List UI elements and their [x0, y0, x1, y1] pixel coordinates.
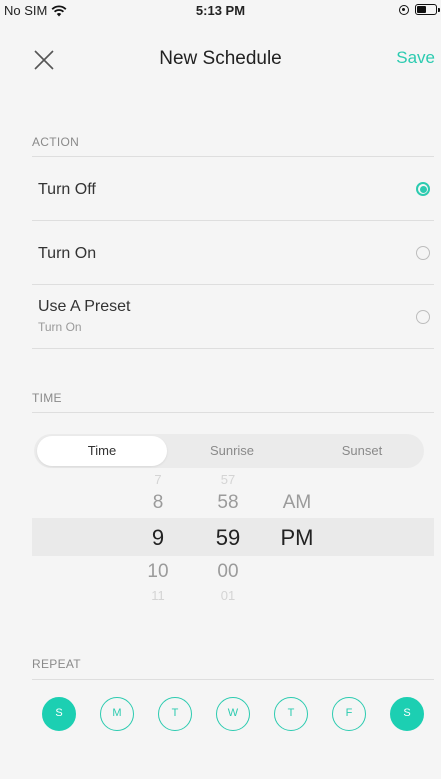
radio-selected-icon[interactable] [416, 182, 430, 196]
divider [32, 412, 434, 413]
radio-unselected-icon[interactable] [416, 246, 430, 260]
time-picker[interactable]: 7 8 9 10 11 57 58 59 00 01 AM PM [0, 470, 441, 600]
day-toggle-thursday[interactable]: T [274, 697, 308, 731]
divider [32, 348, 434, 349]
page-title: New Schedule [159, 48, 282, 69]
action-option-use-a-preset[interactable]: Use A Preset Turn On [32, 285, 434, 348]
day-toggle-tuesday[interactable]: T [158, 697, 192, 731]
minute-selected[interactable]: 59 [208, 525, 248, 551]
tab-sunset[interactable]: Sunset [297, 434, 427, 468]
minute-option[interactable]: 58 [208, 492, 248, 514]
save-button[interactable]: Save [396, 48, 435, 68]
hour-option[interactable]: 10 [138, 561, 178, 583]
hour-option[interactable]: 7 [138, 472, 178, 487]
option-label: Use A Preset [38, 298, 131, 315]
time-section-label: TIME [32, 391, 62, 405]
day-toggle-wednesday[interactable]: W [216, 697, 250, 731]
option-label: Turn On [38, 245, 97, 262]
day-toggle-sunday[interactable]: S [42, 697, 76, 731]
minute-option[interactable]: 01 [208, 588, 248, 600]
option-label: Turn Off [38, 181, 96, 198]
action-option-turn-off[interactable]: Turn Off [32, 157, 434, 220]
status-bar: No SIM 5:13 PM [0, 0, 441, 20]
nav-bar: New Schedule Save [0, 38, 441, 82]
hour-selected[interactable]: 9 [138, 525, 178, 551]
tab-sunrise[interactable]: Sunrise [167, 434, 297, 468]
battery-icon [415, 4, 440, 15]
orientation-lock-icon [399, 4, 409, 15]
action-section-label: ACTION [32, 135, 80, 149]
tab-time[interactable]: Time [37, 436, 167, 466]
hour-option[interactable]: 8 [138, 492, 178, 514]
divider [32, 679, 434, 680]
minute-option[interactable]: 00 [208, 561, 248, 583]
option-sublabel: Turn On [38, 320, 82, 334]
repeat-section-label: REPEAT [32, 657, 81, 671]
day-toggle-saturday[interactable]: S [390, 697, 424, 731]
action-option-turn-on[interactable]: Turn On [32, 221, 434, 284]
repeat-days: S M T W T F S [42, 697, 426, 731]
time-mode-segmented-control: Time Sunrise Sunset [34, 434, 424, 468]
am-option[interactable]: AM [277, 492, 317, 514]
day-toggle-monday[interactable]: M [100, 697, 134, 731]
pm-selected[interactable]: PM [277, 525, 317, 551]
day-toggle-friday[interactable]: F [332, 697, 366, 731]
radio-unselected-icon[interactable] [416, 310, 430, 324]
minute-option[interactable]: 57 [208, 472, 248, 487]
hour-option[interactable]: 11 [138, 588, 178, 600]
status-right [399, 4, 440, 15]
status-time: 5:13 PM [195, 3, 246, 18]
